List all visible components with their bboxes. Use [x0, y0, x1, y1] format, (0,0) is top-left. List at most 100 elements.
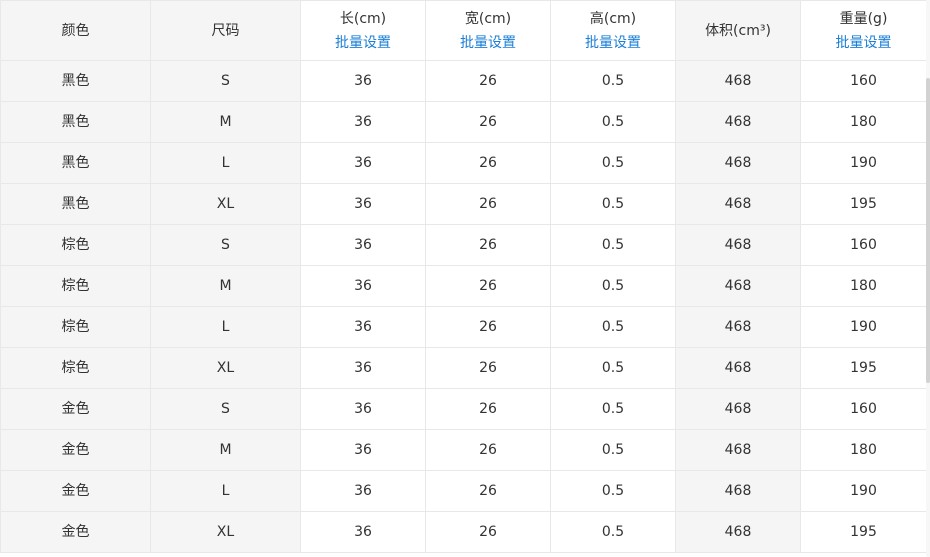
table-row: 黑色 S 36 26 0.5 468 160: [0, 60, 927, 102]
cell-height[interactable]: 0.5: [550, 347, 676, 389]
cell-weight[interactable]: 160: [800, 224, 927, 266]
cell-volume: 468: [675, 470, 801, 512]
cell-length[interactable]: 36: [300, 142, 426, 184]
cell-height[interactable]: 0.5: [550, 429, 676, 471]
cell-weight[interactable]: 190: [800, 142, 927, 184]
cell-weight[interactable]: 160: [800, 388, 927, 430]
cell-weight[interactable]: 195: [800, 511, 927, 553]
cell-color: 金色: [0, 429, 151, 471]
cell-volume: 468: [675, 101, 801, 143]
column-header-label: 宽(cm): [464, 10, 512, 27]
cell-weight[interactable]: 190: [800, 470, 927, 512]
column-header-height: 高(cm) 批量设置: [550, 0, 676, 61]
cell-width[interactable]: 26: [425, 60, 551, 102]
cell-volume: 468: [675, 60, 801, 102]
cell-volume: 468: [675, 142, 801, 184]
cell-width[interactable]: 26: [425, 183, 551, 225]
cell-height[interactable]: 0.5: [550, 142, 676, 184]
cell-color: 金色: [0, 470, 151, 512]
cell-color: 金色: [0, 511, 151, 553]
batch-set-width-link[interactable]: 批量设置: [426, 31, 550, 55]
cell-width[interactable]: 26: [425, 347, 551, 389]
cell-height[interactable]: 0.5: [550, 101, 676, 143]
table-row: 金色 S 36 26 0.5 468 160: [0, 388, 927, 430]
cell-color: 金色: [0, 388, 151, 430]
cell-length[interactable]: 36: [300, 265, 426, 307]
cell-width[interactable]: 26: [425, 142, 551, 184]
cell-width[interactable]: 26: [425, 306, 551, 348]
cell-volume: 468: [675, 347, 801, 389]
cell-length[interactable]: 36: [300, 60, 426, 102]
table-row: 黑色 XL 36 26 0.5 468 195: [0, 183, 927, 225]
column-header-label: 体积(cm³): [705, 22, 771, 39]
cell-weight[interactable]: 195: [800, 183, 927, 225]
cell-color: 黑色: [0, 101, 151, 143]
cell-weight[interactable]: 195: [800, 347, 927, 389]
scrollbar-thumb[interactable]: [926, 78, 930, 383]
column-header-length: 长(cm) 批量设置: [300, 0, 426, 61]
column-header-label: 重量(g): [839, 10, 888, 27]
cell-height[interactable]: 0.5: [550, 306, 676, 348]
cell-width[interactable]: 26: [425, 265, 551, 307]
cell-length[interactable]: 36: [300, 306, 426, 348]
column-header-label: 高(cm): [589, 10, 637, 27]
cell-weight[interactable]: 190: [800, 306, 927, 348]
cell-length[interactable]: 36: [300, 183, 426, 225]
cell-width[interactable]: 26: [425, 470, 551, 512]
cell-color: 黑色: [0, 183, 151, 225]
cell-volume: 468: [675, 511, 801, 553]
table-body: 黑色 S 36 26 0.5 468 160 黑色 M 36 26 0.5 468 180 黑色 L 36 26 0…: [0, 60, 927, 553]
cell-height[interactable]: 0.5: [550, 511, 676, 553]
cell-size: S: [150, 388, 301, 430]
sku-spec-table-container: 颜色 尺码 长(cm) 批量设置 宽(cm) 批量设置 高(cm) 批量设置 体积(cm³) 重量…: [0, 0, 930, 557]
cell-color: 棕色: [0, 265, 151, 307]
cell-length[interactable]: 36: [300, 347, 426, 389]
cell-height[interactable]: 0.5: [550, 470, 676, 512]
cell-size: S: [150, 60, 301, 102]
table-header-row: 颜色 尺码 长(cm) 批量设置 宽(cm) 批量设置 高(cm) 批量设置 体积(cm³) 重量…: [0, 0, 927, 61]
cell-volume: 468: [675, 306, 801, 348]
cell-width[interactable]: 26: [425, 429, 551, 471]
cell-color: 棕色: [0, 224, 151, 266]
cell-volume: 468: [675, 429, 801, 471]
sku-spec-table: 颜色 尺码 长(cm) 批量设置 宽(cm) 批量设置 高(cm) 批量设置 体积(cm³) 重量…: [0, 0, 927, 553]
cell-length[interactable]: 36: [300, 101, 426, 143]
cell-length[interactable]: 36: [300, 224, 426, 266]
batch-set-height-link[interactable]: 批量设置: [551, 31, 675, 55]
cell-width[interactable]: 26: [425, 511, 551, 553]
cell-size: S: [150, 224, 301, 266]
cell-size: XL: [150, 511, 301, 553]
cell-height[interactable]: 0.5: [550, 224, 676, 266]
cell-weight[interactable]: 180: [800, 429, 927, 471]
cell-height[interactable]: 0.5: [550, 265, 676, 307]
column-header-label: 长(cm): [339, 10, 387, 27]
column-header-color: 颜色: [0, 0, 151, 61]
cell-width[interactable]: 26: [425, 101, 551, 143]
cell-color: 黑色: [0, 60, 151, 102]
cell-size: XL: [150, 347, 301, 389]
column-header-size: 尺码: [150, 0, 301, 61]
cell-size: M: [150, 429, 301, 471]
vertical-scrollbar[interactable]: [926, 0, 930, 557]
batch-set-length-link[interactable]: 批量设置: [301, 31, 425, 55]
column-header-weight: 重量(g) 批量设置: [800, 0, 927, 61]
cell-length[interactable]: 36: [300, 511, 426, 553]
table-header: 颜色 尺码 长(cm) 批量设置 宽(cm) 批量设置 高(cm) 批量设置 体积(cm³) 重量…: [0, 0, 927, 61]
cell-width[interactable]: 26: [425, 224, 551, 266]
batch-set-weight-link[interactable]: 批量设置: [801, 31, 926, 55]
cell-color: 黑色: [0, 142, 151, 184]
cell-width[interactable]: 26: [425, 388, 551, 430]
cell-weight[interactable]: 160: [800, 60, 927, 102]
table-row: 棕色 S 36 26 0.5 468 160: [0, 224, 927, 266]
cell-weight[interactable]: 180: [800, 265, 927, 307]
cell-weight[interactable]: 180: [800, 101, 927, 143]
cell-height[interactable]: 0.5: [550, 388, 676, 430]
cell-size: M: [150, 265, 301, 307]
cell-color: 棕色: [0, 347, 151, 389]
cell-length[interactable]: 36: [300, 470, 426, 512]
cell-volume: 468: [675, 265, 801, 307]
cell-height[interactable]: 0.5: [550, 60, 676, 102]
cell-height[interactable]: 0.5: [550, 183, 676, 225]
cell-length[interactable]: 36: [300, 388, 426, 430]
cell-length[interactable]: 36: [300, 429, 426, 471]
